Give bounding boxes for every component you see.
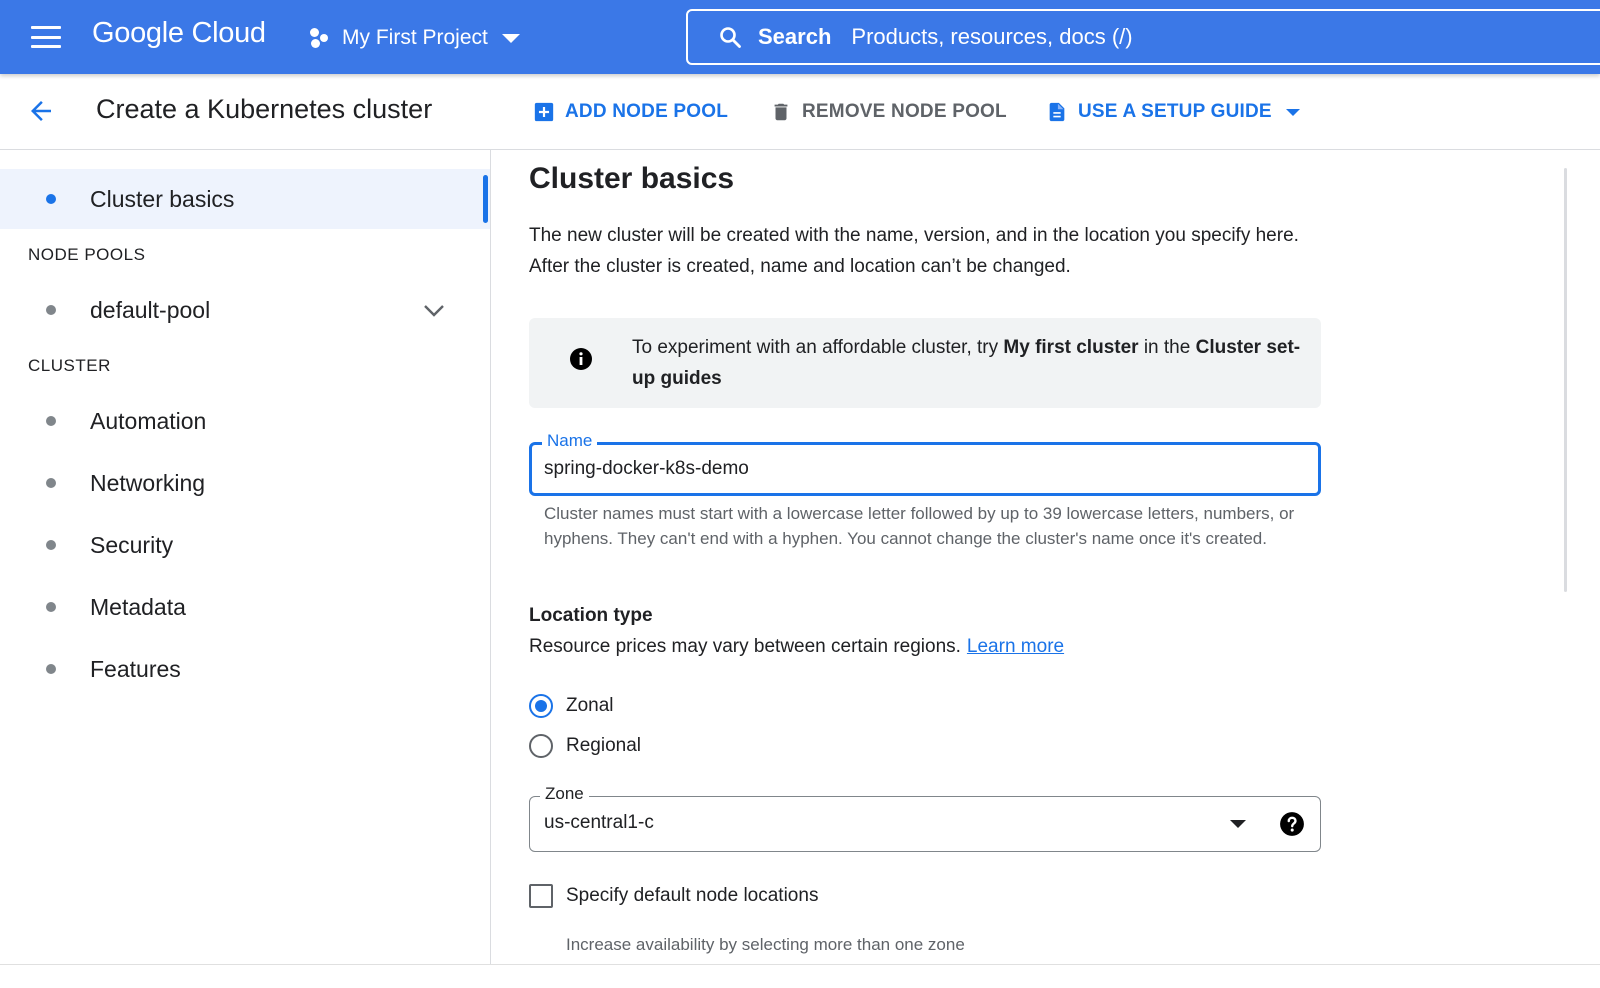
learn-more-link[interactable]: Learn more bbox=[967, 636, 1064, 657]
zone-select[interactable]: Zone us-central1-c bbox=[529, 784, 1321, 852]
info-text-part: in the bbox=[1138, 337, 1196, 358]
sidebar-item-label: default-pool bbox=[90, 296, 211, 323]
divider bbox=[0, 964, 1600, 965]
caret-down-icon bbox=[1285, 108, 1300, 116]
help-icon[interactable] bbox=[1279, 811, 1305, 837]
project-dots-icon bbox=[308, 26, 332, 50]
bullet-icon bbox=[46, 305, 56, 315]
radio-button[interactable] bbox=[529, 734, 553, 758]
radio-label: Regional bbox=[566, 735, 641, 756]
bullet-icon bbox=[46, 540, 56, 550]
scrollbar[interactable] bbox=[1564, 168, 1567, 592]
search-label: Search bbox=[758, 24, 832, 49]
info-icon bbox=[570, 348, 592, 370]
top-app-bar: Google Cloud My First Project Search bbox=[0, 0, 1600, 74]
sidebar-item-label: Metadata bbox=[90, 593, 186, 620]
remove-node-pool-button[interactable]: REMOVE NODE POOL bbox=[770, 96, 1007, 128]
bullet-icon bbox=[46, 602, 56, 612]
trash-icon bbox=[774, 103, 788, 121]
sidebar-item-cluster-basics[interactable]: Cluster basics bbox=[0, 169, 490, 229]
location-type-description: Resource prices may vary between certain… bbox=[529, 636, 1064, 658]
info-text-part: To experiment with an affordable cluster… bbox=[632, 337, 1004, 358]
page-header: Create a Kubernetes cluster ADD NODE POO… bbox=[0, 74, 1600, 150]
use-setup-guide-button[interactable]: USE A SETUP GUIDE bbox=[1046, 96, 1300, 128]
sidebar-item-networking[interactable]: Networking bbox=[0, 453, 490, 513]
add-node-pool-label: ADD NODE POOL bbox=[565, 101, 729, 122]
project-name: My First Project bbox=[342, 26, 488, 49]
sidebar-item-features[interactable]: Features bbox=[0, 639, 490, 699]
use-setup-guide-label: USE A SETUP GUIDE bbox=[1078, 101, 1272, 122]
search-icon bbox=[720, 27, 741, 48]
bullet-icon bbox=[46, 194, 56, 204]
document-icon bbox=[1049, 102, 1065, 122]
radio-button-checked[interactable] bbox=[529, 694, 553, 718]
section-title: Cluster basics bbox=[529, 162, 735, 195]
radio-label: Zonal bbox=[566, 695, 614, 716]
google-cloud-logo[interactable]: Google Cloud bbox=[92, 17, 266, 50]
zone-value: us-central1-c bbox=[544, 812, 654, 833]
add-box-icon bbox=[534, 102, 554, 122]
page-title: Create a Kubernetes cluster bbox=[96, 94, 433, 124]
sidebar-item-automation[interactable]: Automation bbox=[0, 391, 490, 451]
section-description: The new cluster will be created with the… bbox=[529, 225, 1299, 277]
search-bar[interactable]: Search bbox=[686, 9, 1600, 65]
bullet-icon bbox=[46, 416, 56, 426]
radio-regional[interactable]: Regional bbox=[529, 731, 641, 761]
name-field-hint: Cluster names must start with a lowercas… bbox=[544, 504, 1295, 548]
sidebar-section-title: CLUSTER bbox=[28, 356, 111, 375]
project-selector[interactable]: My First Project bbox=[308, 22, 520, 54]
bullet-icon bbox=[46, 478, 56, 488]
sidebar-section-title: NODE POOLS bbox=[28, 245, 146, 264]
caret-down-icon bbox=[501, 33, 520, 43]
chevron-down-icon[interactable] bbox=[422, 298, 446, 322]
bullet-icon bbox=[46, 664, 56, 674]
sidebar-item-default-pool[interactable]: default-pool bbox=[0, 280, 490, 340]
location-type-title: Location type bbox=[529, 605, 653, 626]
sidebar-nav: Cluster basics NODE POOLS default-pool C… bbox=[0, 150, 491, 964]
checkbox-hint: Increase availability by selecting more … bbox=[566, 935, 965, 954]
name-field-label: Name bbox=[542, 431, 598, 451]
radio-zonal[interactable]: Zonal bbox=[529, 691, 614, 721]
sidebar-item-label: Cluster basics bbox=[90, 185, 235, 212]
default-node-locations-checkbox-row[interactable]: Specify default node locations bbox=[529, 881, 818, 911]
sidebar-item-label: Security bbox=[90, 531, 174, 558]
dropdown-arrow-icon[interactable] bbox=[1230, 820, 1246, 828]
sidebar-item-metadata[interactable]: Metadata bbox=[0, 577, 490, 637]
name-input[interactable] bbox=[544, 455, 1244, 483]
main-content: Cluster basics The new cluster will be c… bbox=[492, 150, 1564, 964]
checkbox[interactable] bbox=[529, 884, 553, 908]
arrow-back-icon[interactable] bbox=[26, 96, 56, 126]
remove-node-pool-label: REMOVE NODE POOL bbox=[802, 101, 1007, 122]
sidebar-item-label: Networking bbox=[90, 469, 206, 496]
search-input[interactable] bbox=[849, 23, 1450, 51]
zone-field-label: Zone bbox=[540, 784, 589, 804]
sidebar-item-label: Automation bbox=[90, 407, 207, 434]
info-text: To experiment with an affordable cluster… bbox=[632, 332, 1302, 394]
sidebar-item-label: Features bbox=[90, 655, 181, 682]
location-type-text: Resource prices may vary between certain… bbox=[529, 636, 961, 657]
info-banner: To experiment with an affordable cluster… bbox=[529, 318, 1321, 408]
checkbox-label: Specify default node locations bbox=[566, 885, 819, 906]
name-field[interactable]: Name bbox=[529, 431, 1321, 496]
my-first-cluster-text: My first cluster bbox=[1003, 337, 1139, 358]
sidebar-item-security[interactable]: Security bbox=[0, 515, 490, 575]
add-node-pool-button[interactable]: ADD NODE POOL bbox=[533, 96, 728, 128]
hamburger-icon[interactable] bbox=[31, 26, 61, 48]
